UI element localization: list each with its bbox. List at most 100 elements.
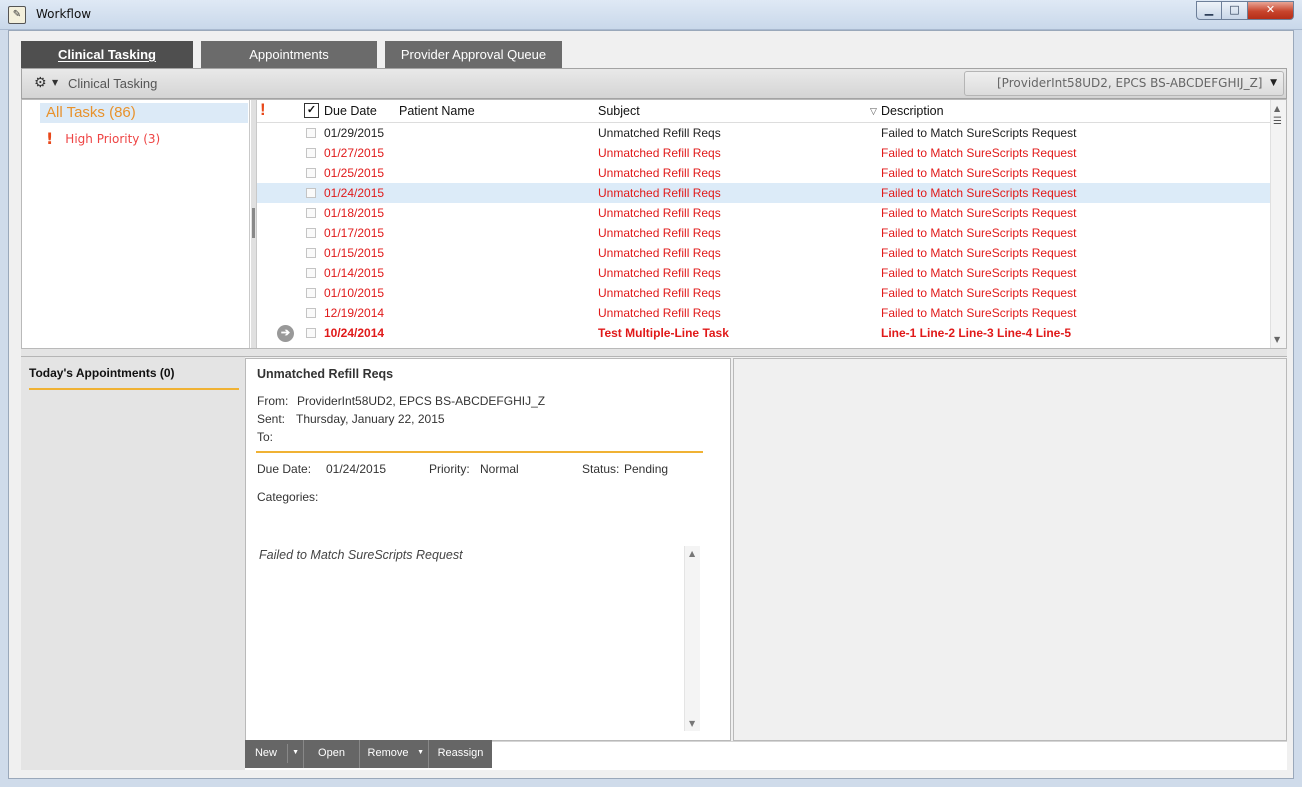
exclamation-icon: ! bbox=[46, 129, 54, 148]
table-row[interactable]: 01/24/2015 Unmatched Refill Reqs Failed to… bbox=[257, 183, 1271, 203]
row-subject: Unmatched Refill Reqs bbox=[598, 286, 721, 300]
grid-header: ! ✓ Due Date Patient Name Subject ▽ Desc… bbox=[257, 100, 1271, 123]
provider-select[interactable]: [ProviderInt58UD2, EPCS BS-ABCDEFGHIJ_Z]… bbox=[964, 71, 1284, 96]
table-row[interactable]: 01/18/2015 Unmatched Refill Reqs Failed to… bbox=[257, 203, 1271, 223]
close-button[interactable]: ✕ bbox=[1248, 1, 1294, 20]
table-row[interactable]: 01/15/2015 Unmatched Refill Reqs Failed to… bbox=[257, 243, 1271, 263]
split-divider bbox=[287, 744, 288, 763]
main-tabs: Clinical Tasking Appointments Provider A… bbox=[21, 41, 570, 68]
row-checkbox[interactable] bbox=[306, 188, 316, 198]
table-row[interactable]: 01/10/2015 Unmatched Refill Reqs Failed to… bbox=[257, 283, 1271, 303]
row-description: Failed to Match SureScripts Request bbox=[881, 306, 1077, 320]
detail-pane bbox=[733, 358, 1287, 741]
tab-appointments[interactable]: Appointments bbox=[201, 41, 377, 68]
column-subject[interactable]: Subject bbox=[598, 104, 640, 118]
preview-to-label: To: bbox=[257, 430, 274, 444]
preview-from-value: ProviderInt58UD2, EPCS BS-ABCDEFGHIJ_Z bbox=[297, 394, 546, 408]
reassign-button[interactable]: Reassign bbox=[429, 740, 492, 768]
scroll-up-icon[interactable]: ▲ bbox=[689, 549, 695, 558]
row-checkbox[interactable] bbox=[306, 328, 316, 338]
new-button[interactable]: New ▼ bbox=[245, 740, 304, 768]
row-description: Failed to Match SureScripts Request bbox=[881, 286, 1077, 300]
row-checkbox[interactable] bbox=[306, 168, 316, 178]
nav-high-priority-label: High Priority (3) bbox=[65, 132, 161, 146]
row-subject: Test Multiple-Line Task bbox=[598, 326, 729, 340]
notepad-icon[interactable]: ✎ bbox=[8, 6, 26, 24]
row-due-date: 01/10/2015 bbox=[324, 286, 385, 300]
forward-arrow-icon[interactable]: ➔ bbox=[277, 325, 294, 342]
tab-provider-approval-queue[interactable]: Provider Approval Queue bbox=[385, 41, 562, 68]
preview-scrollbar[interactable]: ▲ ▼ bbox=[684, 546, 700, 731]
row-due-date: 01/27/2015 bbox=[324, 146, 385, 160]
row-due-date: 01/14/2015 bbox=[324, 266, 385, 280]
row-checkbox[interactable] bbox=[306, 128, 316, 138]
preview-priority-label: Priority: bbox=[429, 462, 470, 476]
task-filter-nav: All Tasks (86) ! High Priority (3) bbox=[22, 100, 250, 348]
column-patient-name[interactable]: Patient Name bbox=[399, 104, 475, 118]
preview-subject: Unmatched Refill Reqs bbox=[257, 367, 394, 381]
tab-clinical-tasking[interactable]: Clinical Tasking bbox=[21, 41, 193, 68]
row-checkbox[interactable] bbox=[306, 268, 316, 278]
chevron-down-icon[interactable]: ▼ bbox=[52, 78, 58, 87]
row-due-date: 12/19/2014 bbox=[324, 306, 385, 320]
row-checkbox[interactable] bbox=[306, 148, 316, 158]
scroll-down-icon[interactable]: ▼ bbox=[1274, 335, 1280, 344]
row-description: Failed to Match SureScripts Request bbox=[881, 226, 1077, 240]
minimize-button[interactable]: ▁ bbox=[1196, 1, 1222, 20]
scroll-up-icon[interactable]: ▲ bbox=[1274, 104, 1280, 113]
row-checkbox[interactable] bbox=[306, 228, 316, 238]
open-button[interactable]: Open bbox=[304, 740, 360, 768]
table-row[interactable]: 01/25/2015 Unmatched Refill Reqs Failed to… bbox=[257, 163, 1271, 183]
preview-categories-label: Categories: bbox=[257, 490, 319, 504]
column-due-date[interactable]: Due Date bbox=[324, 104, 377, 118]
nav-all-tasks[interactable]: All Tasks (86) bbox=[40, 103, 248, 123]
select-all-checkbox-icon[interactable]: ✓ bbox=[304, 103, 319, 118]
gear-icon[interactable]: ⚙ bbox=[34, 75, 47, 91]
horizontal-splitter[interactable] bbox=[21, 349, 1287, 357]
chevron-down-icon[interactable]: ▼ bbox=[1270, 72, 1277, 95]
remove-button-label: Remove bbox=[367, 747, 409, 759]
row-checkbox[interactable] bbox=[306, 208, 316, 218]
tasking-toolbar: ⚙ ▼ Clinical Tasking [ProviderInt58UD2, … bbox=[21, 68, 1287, 99]
remove-button[interactable]: Remove ▼ bbox=[360, 740, 429, 768]
scroll-down-icon[interactable]: ▼ bbox=[689, 719, 695, 728]
provider-select-value: [ProviderInt58UD2, EPCS BS-ABCDEFGHIJ_Z] bbox=[997, 76, 1263, 90]
table-row[interactable]: ➔ 10/24/2014 Test Multiple-Line Task Line-1… bbox=[257, 323, 1271, 343]
table-row[interactable]: 01/14/2015 Unmatched Refill Reqs Failed to… bbox=[257, 263, 1271, 283]
window-title: Workflow bbox=[36, 7, 92, 21]
priority-column-icon[interactable]: ! bbox=[260, 100, 266, 120]
preview-body: Failed to Match SureScripts Request bbox=[259, 548, 463, 562]
preview-due-value: 01/24/2015 bbox=[326, 462, 387, 476]
chevron-down-icon[interactable]: ▼ bbox=[292, 740, 299, 766]
client-area: Clinical Tasking Appointments Provider A… bbox=[8, 30, 1294, 779]
task-preview: Unmatched Refill Reqs From: ProviderInt5… bbox=[245, 358, 731, 741]
preview-from-label: From: bbox=[257, 394, 289, 408]
splitter-grip[interactable] bbox=[252, 208, 255, 238]
preview-sent-label: Sent: bbox=[257, 412, 286, 426]
table-row[interactable]: 01/29/2015 Unmatched Refill Reqs Failed to… bbox=[257, 123, 1271, 143]
row-due-date: 10/24/2014 bbox=[324, 326, 385, 340]
column-chooser-icon[interactable]: ☰ bbox=[1273, 116, 1282, 127]
table-row[interactable]: 01/17/2015 Unmatched Refill Reqs Failed to… bbox=[257, 223, 1271, 243]
row-due-date: 01/17/2015 bbox=[324, 226, 385, 240]
row-description: Failed to Match SureScripts Request bbox=[881, 206, 1077, 220]
row-description: Failed to Match SureScripts Request bbox=[881, 146, 1077, 160]
task-grid: ! ✓ Due Date Patient Name Subject ▽ Desc… bbox=[257, 100, 1271, 348]
row-due-date: 01/18/2015 bbox=[324, 206, 385, 220]
column-description[interactable]: Description bbox=[881, 104, 944, 118]
row-due-date: 01/29/2015 bbox=[324, 126, 385, 140]
row-checkbox[interactable] bbox=[306, 288, 316, 298]
row-checkbox[interactable] bbox=[306, 308, 316, 318]
row-checkbox[interactable] bbox=[306, 248, 316, 258]
row-subject: Unmatched Refill Reqs bbox=[598, 186, 721, 200]
todays-appointments-header: Today's Appointments (0) bbox=[29, 366, 239, 390]
table-row[interactable]: 01/27/2015 Unmatched Refill Reqs Failed to… bbox=[257, 143, 1271, 163]
chevron-down-icon[interactable]: ▼ bbox=[417, 740, 424, 766]
nav-high-priority[interactable]: ! High Priority (3) bbox=[46, 130, 160, 148]
row-description: Failed to Match SureScripts Request bbox=[881, 126, 1077, 140]
task-grid-scrollbar[interactable]: ▲ ☰ ▼ bbox=[1270, 100, 1286, 348]
row-subject: Unmatched Refill Reqs bbox=[598, 266, 721, 280]
row-subject: Unmatched Refill Reqs bbox=[598, 126, 721, 140]
maximize-button[interactable]: □ bbox=[1222, 1, 1248, 20]
table-row[interactable]: 12/19/2014 Unmatched Refill Reqs Failed to… bbox=[257, 303, 1271, 323]
